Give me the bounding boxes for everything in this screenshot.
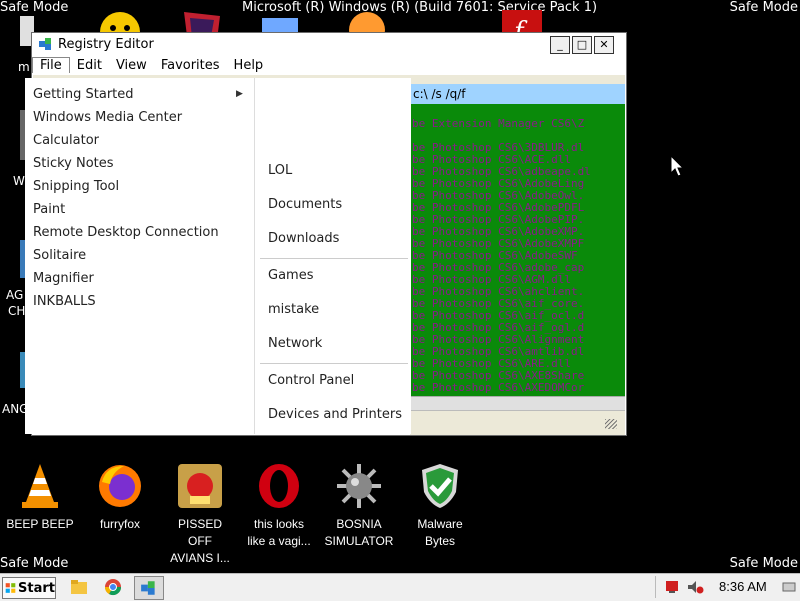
place-mistake[interactable]: mistake bbox=[268, 302, 319, 317]
spiked-mine-icon bbox=[337, 464, 381, 508]
windows-logo-icon bbox=[5, 583, 16, 593]
taskbar: Start 8:36 AM bbox=[0, 573, 800, 601]
menu-file[interactable]: File bbox=[32, 57, 70, 73]
desktop-label-partial: CH bbox=[8, 304, 26, 318]
menu-favorites[interactable]: Favorites bbox=[154, 58, 227, 73]
program-windows-media-center[interactable]: Windows Media Center bbox=[33, 110, 182, 125]
place-devices-printers[interactable]: Devices and Printers bbox=[268, 407, 402, 422]
program-remote-desktop[interactable]: Remote Desktop Connection bbox=[33, 225, 219, 240]
menu-edit[interactable]: Edit bbox=[70, 58, 109, 73]
icon-label: PISSED OFF bbox=[177, 517, 222, 548]
keyboard-icon[interactable] bbox=[782, 580, 796, 594]
status-bar bbox=[410, 396, 625, 411]
angry-birds-icon bbox=[178, 464, 222, 508]
icon-label: BOSNIA bbox=[336, 517, 382, 531]
opera-icon bbox=[259, 464, 299, 508]
safe-mode-label-tr: Safe Mode bbox=[729, 0, 798, 15]
menu-view[interactable]: View bbox=[109, 58, 154, 73]
icon-label: like a vagi... bbox=[247, 534, 311, 548]
system-tray: 8:36 AM bbox=[655, 576, 799, 598]
icon-label: this looks bbox=[253, 517, 305, 531]
shield-check-icon bbox=[422, 464, 458, 508]
program-calculator[interactable]: Calculator bbox=[33, 133, 99, 148]
clock[interactable]: 8:36 AM bbox=[719, 579, 767, 594]
program-inkballs[interactable]: INKBALLS bbox=[33, 294, 96, 309]
separator bbox=[260, 363, 408, 364]
maximize-button[interactable]: □ bbox=[572, 36, 592, 54]
desktop-icon-opera[interactable]: this looks like a vagi... bbox=[244, 462, 314, 550]
desktop-icon-pissed-off-avians[interactable]: PISSED OFF AVIANS I... bbox=[165, 462, 235, 567]
taskbar-registry-editor-button[interactable] bbox=[134, 576, 164, 600]
separator bbox=[260, 258, 408, 259]
mouse-cursor-icon bbox=[670, 155, 684, 177]
registry-editor-titlebar[interactable]: Registry Editor _ □ ✕ bbox=[32, 33, 626, 55]
menu-help[interactable]: Help bbox=[227, 58, 271, 73]
vlc-cone-icon bbox=[22, 464, 58, 508]
icon-label: Bytes bbox=[424, 534, 455, 548]
program-snipping-tool[interactable]: Snipping Tool bbox=[33, 179, 119, 194]
program-getting-started[interactable]: Getting Started bbox=[33, 87, 134, 102]
close-button[interactable]: ✕ bbox=[594, 36, 614, 54]
cmd-titlebar[interactable]: c:\ /s /q/f bbox=[410, 84, 625, 104]
place-lol[interactable]: LOL bbox=[268, 163, 292, 178]
place-downloads[interactable]: Downloads bbox=[268, 231, 339, 246]
desktop-label-partial: W bbox=[13, 174, 25, 188]
safe-mode-label-bl: Safe Mode bbox=[0, 556, 69, 571]
desktop-icon-furryfox[interactable]: furryfox bbox=[85, 462, 155, 533]
safe-mode-label-tl: Safe Mode bbox=[0, 0, 69, 15]
menu-bar: File Edit View Favorites Help bbox=[32, 55, 626, 75]
action-center-icon[interactable] bbox=[664, 579, 680, 595]
volume-muted-icon[interactable] bbox=[686, 579, 704, 595]
submenu-arrow-icon: ▶ bbox=[236, 89, 243, 99]
cmd-output: be Extension Manager CS6\Z be Photoshop … bbox=[410, 104, 625, 396]
program-paint[interactable]: Paint bbox=[33, 202, 65, 217]
desktop-icon-beep-beep[interactable]: BEEP BEEP bbox=[5, 462, 75, 533]
safe-mode-label-br: Safe Mode bbox=[729, 556, 798, 571]
program-solitaire[interactable]: Solitaire bbox=[33, 248, 86, 263]
place-games[interactable]: Games bbox=[268, 268, 313, 283]
icon-label: AVIANS I... bbox=[170, 551, 230, 565]
place-control-panel[interactable]: Control Panel bbox=[268, 373, 354, 388]
desktop-icon-bosnia-simulator[interactable]: BOSNIA SIMULATOR bbox=[324, 462, 394, 550]
start-menu-places: LOL Documents Downloads Games mistake Ne… bbox=[254, 78, 411, 434]
icon-label: SIMULATOR bbox=[324, 534, 394, 548]
horizontal-scrollbar[interactable] bbox=[410, 410, 625, 435]
program-magnifier[interactable]: Magnifier bbox=[33, 271, 94, 286]
registry-cube-icon bbox=[39, 38, 51, 50]
start-menu-programs: Getting Started ▶ Windows Media Center C… bbox=[25, 78, 254, 434]
minimize-button[interactable]: _ bbox=[550, 36, 570, 54]
place-network[interactable]: Network bbox=[268, 336, 322, 351]
registry-cube-icon bbox=[141, 581, 155, 595]
firefox-icon bbox=[99, 465, 141, 507]
place-documents[interactable]: Documents bbox=[268, 197, 342, 212]
chrome-icon[interactable] bbox=[104, 578, 122, 596]
cmd-output-line: be Extension Manager CS6\Z bbox=[412, 117, 585, 130]
program-sticky-notes[interactable]: Sticky Notes bbox=[33, 156, 114, 171]
desktop-icon-malware-bytes[interactable]: Malware Bytes bbox=[405, 462, 475, 550]
start-menu: Getting Started ▶ Windows Media Center C… bbox=[25, 78, 411, 434]
resize-grip[interactable] bbox=[605, 419, 617, 429]
desktop-label-partial: AG bbox=[6, 288, 24, 302]
start-button[interactable]: Start bbox=[2, 577, 56, 599]
start-label: Start bbox=[18, 580, 55, 596]
icon-label: BEEP BEEP bbox=[6, 517, 74, 531]
desktop-label-partial: m bbox=[18, 60, 30, 74]
folder-icon[interactable] bbox=[70, 578, 88, 596]
cmd-output-line: be Photoshop CS6\AXEDOMCor bbox=[412, 381, 585, 394]
window-title: Registry Editor bbox=[58, 36, 154, 52]
icon-label: Malware bbox=[417, 517, 463, 531]
icon-label: furryfox bbox=[99, 517, 140, 531]
